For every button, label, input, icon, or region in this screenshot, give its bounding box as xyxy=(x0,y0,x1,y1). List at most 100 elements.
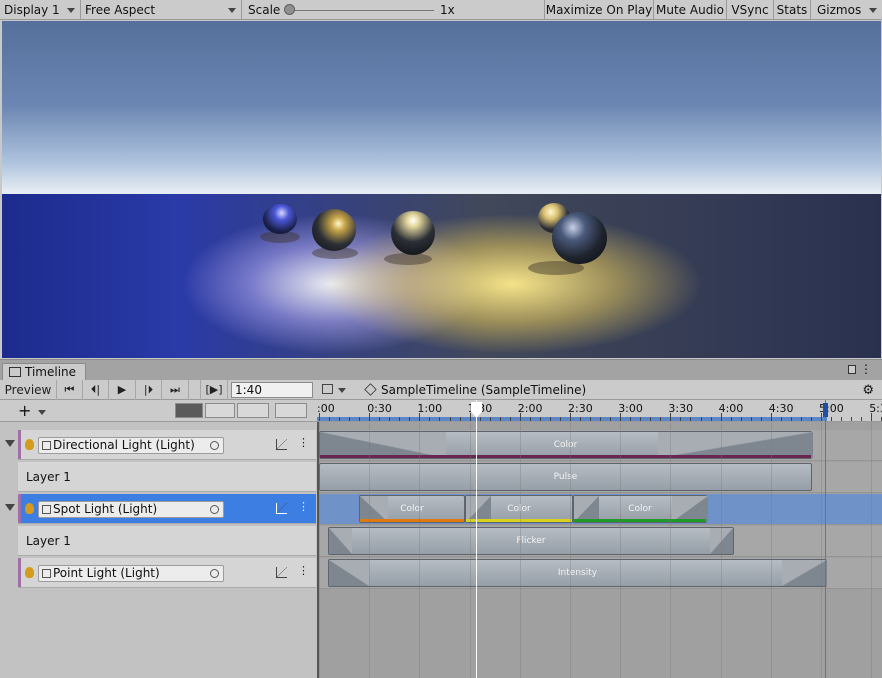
ruler-minor-tick xyxy=(740,417,742,421)
lock-icon[interactable] xyxy=(848,365,856,374)
object-picker-icon[interactable] xyxy=(210,441,219,450)
binding-field[interactable]: Spot Light (Light) xyxy=(38,501,224,518)
ruler-minor-tick xyxy=(509,417,511,421)
ruler-minor-tick xyxy=(851,417,853,421)
ruler-tick xyxy=(670,413,672,421)
light-object-icon xyxy=(42,569,51,578)
clip-spot-flicker[interactable]: Flicker xyxy=(328,527,734,555)
replace-mode-toggle[interactable] xyxy=(237,403,269,418)
ruler-minor-tick xyxy=(329,417,331,421)
object-picker-icon[interactable] xyxy=(210,569,219,578)
layer-spot[interactable]: Layer 1 xyxy=(18,526,316,556)
clip-spot-color-1[interactable]: Color xyxy=(359,495,465,523)
track-point-light[interactable]: Point Light (Light) ⋮ xyxy=(18,558,316,588)
tab-timeline[interactable]: Timeline xyxy=(2,363,86,381)
clip-label: Color xyxy=(553,440,578,450)
previous-frame-button[interactable]: ⏴| xyxy=(83,380,109,400)
binding-label: Spot Light (Light) xyxy=(53,502,158,516)
track-menu-icon[interactable]: ⋮ xyxy=(298,436,309,449)
aspect-dropdown[interactable]: Free Aspect xyxy=(81,0,242,20)
sphere xyxy=(263,204,297,234)
game-view-render[interactable] xyxy=(2,21,881,358)
ruler-tick-label: 2:30 xyxy=(568,402,593,415)
ruler-tick xyxy=(319,413,320,421)
sphere xyxy=(312,209,356,251)
add-track-button[interactable]: + xyxy=(18,402,48,420)
clip-label: Pulse xyxy=(553,472,578,482)
playhead[interactable] xyxy=(476,400,477,678)
gear-icon[interactable]: ⚙ xyxy=(862,383,874,398)
mix-mode-toggle[interactable] xyxy=(205,403,235,418)
play-range-button[interactable]: [▶] xyxy=(200,380,228,400)
ruler-tick xyxy=(770,413,772,421)
track-menu-icon[interactable]: ⋮ xyxy=(298,564,309,577)
curves-mode-toggle[interactable] xyxy=(175,403,203,418)
curve-icon[interactable] xyxy=(276,439,287,450)
view-options-dropdown[interactable] xyxy=(319,382,349,398)
mute-audio-button[interactable]: Mute Audio xyxy=(653,0,726,20)
layer-directional[interactable]: Layer 1 xyxy=(18,462,316,492)
curve-icon[interactable] xyxy=(276,503,287,514)
go-to-start-button[interactable]: ⏮ xyxy=(57,380,83,400)
display-dropdown[interactable]: Display 1 xyxy=(0,0,81,20)
chevron-down-icon xyxy=(67,8,75,13)
ruler-tick-label: 2:00 xyxy=(517,402,543,415)
fold-arrow-icon[interactable] xyxy=(5,504,15,511)
time-ruler[interactable]: :000:301:001:302:002:303:003:304:004:305… xyxy=(317,400,882,422)
ruler-minor-tick xyxy=(379,417,381,421)
tab-timeline-label: Timeline xyxy=(25,365,77,379)
ruler-minor-tick xyxy=(790,417,792,421)
more-options-icon[interactable]: ⋮ xyxy=(860,362,872,376)
clip-spot-color-3[interactable]: Color xyxy=(573,495,708,523)
pin-button[interactable] xyxy=(275,403,307,418)
maximize-on-play-button[interactable]: Maximize On Play xyxy=(544,0,653,20)
preview-button[interactable]: Preview xyxy=(0,380,57,400)
go-to-end-button[interactable]: ⏭ xyxy=(162,380,189,400)
ruler-minor-tick xyxy=(349,417,351,421)
timeline-header: SampleTimeline (SampleTimeline) ⚙ xyxy=(317,380,882,400)
ruler-minor-tick xyxy=(539,417,541,421)
layer-label: Layer 1 xyxy=(26,470,71,484)
ruler-minor-tick xyxy=(610,417,612,421)
fold-arrow-icon[interactable] xyxy=(5,440,15,447)
clip-directional-color[interactable]: Color xyxy=(319,431,813,459)
light-icon xyxy=(25,503,34,514)
breadcrumb[interactable]: SampleTimeline (SampleTimeline) xyxy=(364,380,586,400)
ruler-minor-tick xyxy=(650,417,652,421)
end-marker-handle[interactable] xyxy=(823,403,828,417)
grid-line xyxy=(720,422,722,678)
track-area[interactable]: Color Pulse Color Color Color Flicker In… xyxy=(317,422,882,678)
ruler-minor-tick xyxy=(580,417,582,421)
grid-line xyxy=(821,422,822,678)
curve-icon[interactable] xyxy=(276,567,287,578)
ruler-minor-tick xyxy=(499,417,501,421)
next-frame-button[interactable]: |⏵ xyxy=(136,380,162,400)
gizmos-dropdown[interactable]: Gizmos xyxy=(810,0,882,20)
ruler-minor-tick xyxy=(590,417,592,421)
clip-directional-pulse[interactable]: Pulse xyxy=(319,463,812,491)
binding-field[interactable]: Directional Light (Light) xyxy=(38,437,224,454)
track-menu-icon[interactable]: ⋮ xyxy=(298,500,309,513)
scale-slider-handle[interactable] xyxy=(284,4,295,15)
step-forward-icon: |⏵ xyxy=(143,383,154,396)
stats-button[interactable]: Stats xyxy=(773,0,810,20)
end-marker[interactable] xyxy=(825,400,826,678)
ruler-minor-tick xyxy=(600,417,602,421)
chevron-down-icon xyxy=(38,410,46,415)
track-spot-light[interactable]: Spot Light (Light) ⋮ xyxy=(18,494,316,524)
object-picker-icon[interactable] xyxy=(210,505,219,514)
play-button[interactable]: ▶ xyxy=(109,380,136,400)
track-color-bar xyxy=(18,430,21,459)
ruler-minor-tick xyxy=(529,417,531,421)
ruler-tick-label: 0:30 xyxy=(367,402,392,415)
clip-point-intensity[interactable]: Intensity xyxy=(328,559,827,587)
track-directional-light[interactable]: Directional Light (Light) ⋮ xyxy=(18,430,316,460)
film-strip-icon xyxy=(9,367,21,377)
track-color-bar xyxy=(18,558,21,587)
vsync-button[interactable]: VSync xyxy=(726,0,773,20)
current-time-field[interactable]: 1:40 xyxy=(231,382,313,398)
scale-value: 1x xyxy=(440,3,455,17)
light-icon xyxy=(25,439,34,450)
binding-field[interactable]: Point Light (Light) xyxy=(38,565,224,582)
scale-slider-track[interactable] xyxy=(290,10,434,11)
